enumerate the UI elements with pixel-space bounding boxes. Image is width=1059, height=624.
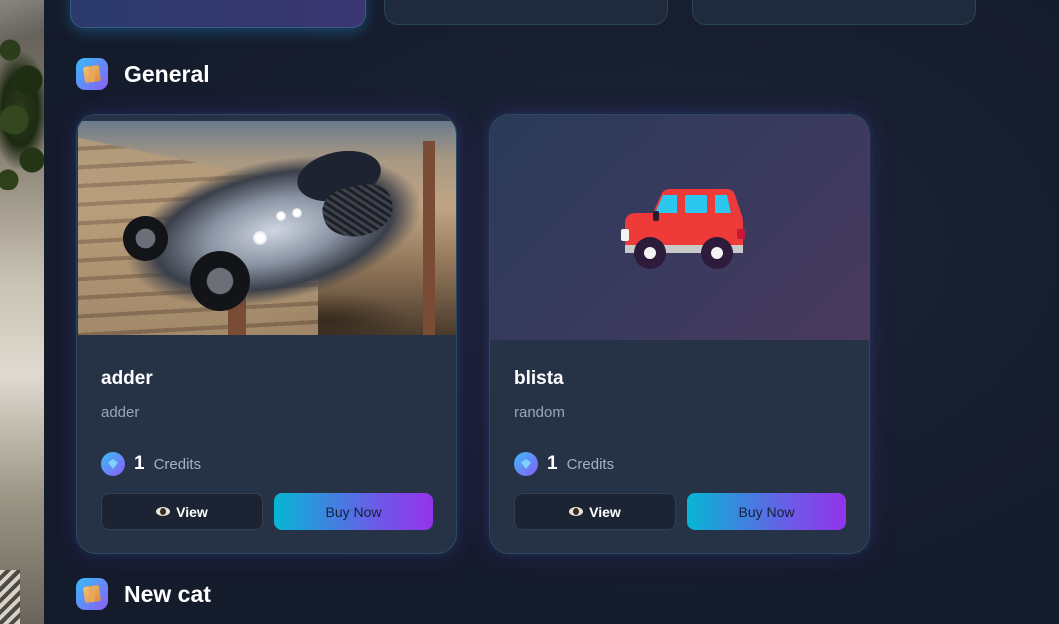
vehicle-name: adder — [101, 368, 153, 389]
price-value: 1 — [134, 453, 145, 474]
game-world-background — [0, 0, 44, 624]
car-icon — [620, 188, 745, 269]
vehicle-price: 1 Credits — [514, 452, 614, 476]
category-header-general: General — [76, 58, 210, 90]
price-unit: Credits — [153, 455, 202, 473]
price-unit: Credits — [566, 455, 615, 473]
buy-now-label: Buy Now — [738, 503, 795, 520]
box-icon — [76, 58, 108, 90]
vehicle-image-container — [77, 115, 456, 340]
previous-section-card[interactable] — [70, 0, 366, 28]
view-button-label: View — [176, 503, 208, 520]
category-title: New cat — [124, 580, 211, 607]
shop-panel: General adder adder 1 Credits View Buy N… — [44, 0, 1059, 624]
view-button[interactable]: View — [101, 493, 263, 530]
buy-now-button[interactable]: Buy Now — [687, 493, 846, 530]
category-title: General — [124, 60, 210, 87]
ground-texture — [0, 570, 20, 624]
box-icon — [76, 578, 108, 610]
buy-now-label: Buy Now — [325, 503, 382, 520]
foliage-texture — [0, 30, 44, 190]
view-button-label: View — [589, 503, 621, 520]
gem-icon — [101, 452, 125, 476]
vehicle-subtitle: random — [514, 404, 565, 421]
vehicle-card-blista[interactable]: blista random 1 Credits View Buy Now — [489, 114, 870, 554]
eye-icon — [156, 507, 171, 516]
vehicle-image-container — [490, 115, 869, 340]
vehicle-card-adder[interactable]: adder adder 1 Credits View Buy Now — [76, 114, 457, 554]
previous-section-card[interactable] — [384, 0, 668, 25]
previous-section-card[interactable] — [692, 0, 976, 25]
view-button[interactable]: View — [514, 493, 676, 530]
vehicle-price: 1 Credits — [101, 452, 201, 476]
car-photo — [78, 121, 456, 335]
vehicle-subtitle: adder — [101, 404, 140, 421]
eye-icon — [569, 507, 584, 516]
gem-icon — [514, 452, 538, 476]
price-value: 1 — [547, 453, 558, 474]
buy-now-button[interactable]: Buy Now — [274, 493, 433, 530]
category-header-new-cat: New cat — [76, 578, 211, 610]
vehicle-name: blista — [514, 368, 564, 389]
